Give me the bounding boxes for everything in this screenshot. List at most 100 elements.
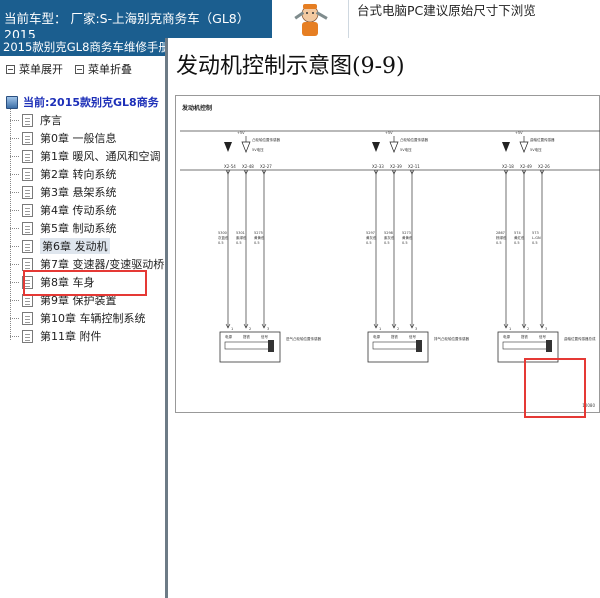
down-arrow-icon [389, 141, 399, 153]
terminal-number: 1 [379, 327, 381, 331]
wire-number: 574 [514, 231, 521, 235]
sensor-pin-label: 搭铁 [521, 334, 529, 339]
wire-size: 0.5 [496, 241, 502, 245]
pin-label: X2-54 [224, 164, 236, 169]
pin-label: X2-39 [390, 164, 402, 169]
wire-color: 棕绿色 [496, 235, 507, 240]
tree-item-preface[interactable]: 序言 [10, 112, 62, 128]
tree-item-chapter-5[interactable]: 第5章 制动系统 [10, 220, 117, 236]
tree-item-chapter-8[interactable]: 第8章 车身 [10, 274, 95, 290]
tree-item-label: 第8章 车身 [40, 276, 95, 289]
wire-color: 紫灰色 [384, 235, 395, 240]
sensor-name: 排气凸轮轴位置传感器 [434, 336, 469, 341]
tree-item-chapter-2[interactable]: 第2章 转向系统 [10, 166, 117, 182]
signal-label: 凸轮轴位置传感器 [252, 137, 280, 142]
app-window: 当前车型： 厂家:S-上海别克商务车（GL8）2015 台式电脑PC建议原始尺寸… [0, 0, 600, 598]
terminal-number: 1 [231, 327, 233, 331]
book-icon [6, 95, 18, 109]
tree-item-chapter-11[interactable]: 第11章 附件 [10, 328, 102, 344]
supply-label: +5V [515, 131, 523, 135]
signal-label: 曲轴位置传感器 [530, 137, 555, 142]
document-icon [22, 257, 33, 271]
collapse-menu-button[interactable]: 菜单折叠 [75, 61, 132, 77]
mechanic-mascot-icon [294, 4, 328, 36]
wire-size: 0.5 [514, 241, 520, 245]
expand-menu-label: 菜单展开 [19, 63, 63, 76]
wire-color: L-GN [532, 236, 541, 240]
tree-item-chapter-7[interactable]: 第7章 变速器/变速驱动桥 [10, 256, 165, 272]
wire-size: 0.5 [402, 241, 408, 245]
tree-item-label: 第7章 变速器/变速驱动桥 [40, 258, 165, 271]
down-arrow-icon [372, 142, 380, 152]
terminal-number: 2 [527, 327, 529, 331]
expand-icon [6, 64, 15, 74]
wire-number: 5273 [402, 231, 411, 235]
wire-size: 0.5 [254, 241, 260, 245]
notice-box: 台式电脑PC建议原始尺寸下浏览 [348, 0, 600, 38]
pin-label: X2-27 [260, 164, 272, 169]
tree-controls: 菜单展开 菜单折叠 [6, 61, 132, 77]
pin-label: X2-48 [242, 164, 254, 169]
tree-item-label: 序言 [40, 114, 62, 127]
tree-connector-line [10, 108, 11, 340]
sensor-name: 曲轴位置传感器总成 [564, 336, 596, 341]
sensor-pin-label: 信号 [409, 334, 417, 339]
document-icon [22, 275, 33, 289]
down-arrow-icon [502, 142, 510, 152]
document-icon [22, 167, 33, 181]
sensor-pin-label: 电源 [225, 334, 232, 339]
expand-menu-button[interactable]: 菜单展开 [6, 61, 63, 77]
terminal-number: 2 [249, 327, 251, 331]
terminal-number: 1 [509, 327, 511, 331]
wire-number: 5297 [366, 231, 375, 235]
wiring-diagram-svg: +5V凸轮轴位置传感器5V电压X2-545300灰蓝色0.51电源X2-4853… [180, 130, 600, 363]
tree-root[interactable]: 当前:2015款别克GL8商务 [6, 94, 159, 110]
tree-item-chapter-6[interactable]: 第6章 发动机 [10, 238, 110, 254]
tree-item-chapter-3[interactable]: 第3章 悬架系统 [10, 184, 117, 200]
wire-color: 黄红色 [514, 235, 525, 240]
wiring-diagram: 发动机控制 +5V 凸轮轴位置传感器 5V电压 X2-54 5300 灰蓝色 0.5 1 电源 X… [175, 95, 600, 418]
tree-item-label: 第9章 保护装置 [40, 294, 117, 307]
sensor-pin-label: 搭铁 [243, 334, 250, 339]
sensor-name: 进气凸轮轴位置传感器 [286, 336, 321, 341]
wire-number: 573 [532, 231, 539, 235]
wire-size: 0.5 [384, 241, 390, 245]
document-icon [22, 293, 33, 307]
terminal-number: 2 [397, 327, 399, 331]
supply-voltage-label: 5V电压 [252, 147, 264, 152]
document-icon [22, 329, 33, 343]
terminal-number: 3 [267, 327, 269, 331]
tree-item-chapter-4[interactable]: 第4章 传动系统 [10, 202, 117, 218]
down-arrow-icon [224, 142, 232, 152]
sensor-element [224, 341, 270, 350]
wire-size: 0.5 [236, 241, 242, 245]
document-icon [22, 185, 33, 199]
tree-item-chapter-10[interactable]: 第10章 车辆控制系统 [10, 310, 146, 326]
tree-item-chapter-9[interactable]: 第9章 保护装置 [10, 292, 117, 308]
wire-size: 0.5 [366, 241, 372, 245]
wire-color: 黄灰色 [366, 235, 377, 240]
wire-number: 5298 [384, 231, 393, 235]
document-icon [22, 149, 33, 163]
current-car-model: 当前车型： 厂家:S-上海别克商务车（GL8）2015 [4, 11, 250, 38]
terminal-number: 3 [415, 327, 417, 331]
document-icon [22, 131, 33, 145]
top-banner: 当前车型： 厂家:S-上海别克商务车（GL8）2015 台式电脑PC建议原始尺寸… [0, 0, 600, 38]
main-content: 发动机控制示意图(9-9) 发动机控制 +5V 凸轮轴位置传感器 5V电压 X2-54… [168, 38, 600, 598]
supply-voltage-label: 5V电压 [530, 147, 542, 152]
wire-size: 0.5 [218, 241, 224, 245]
manual-title: 2015款别克GL8商务车维修手册 [0, 38, 165, 56]
supply-label: +5V [237, 131, 245, 135]
tree-item-chapter-1[interactable]: 第1章 暖风、通风和空调 [10, 148, 161, 164]
browse-notice: 台式电脑PC建议原始尺寸下浏览 [357, 3, 536, 18]
pin-label: X2-33 [372, 164, 384, 169]
pin-label: X2-11 [408, 164, 420, 169]
sensor-element [372, 341, 418, 350]
wire-color: 紫绿色 [236, 235, 247, 240]
tree-item-chapter-0[interactable]: 第0章 一般信息 [10, 130, 117, 146]
wire-color: 灰蓝色 [218, 235, 229, 240]
terminal-number: 3 [545, 327, 547, 331]
sensor-magnet [416, 340, 422, 352]
tree-item-label: 第11章 附件 [40, 330, 102, 343]
wire-size: 0.5 [532, 241, 538, 245]
